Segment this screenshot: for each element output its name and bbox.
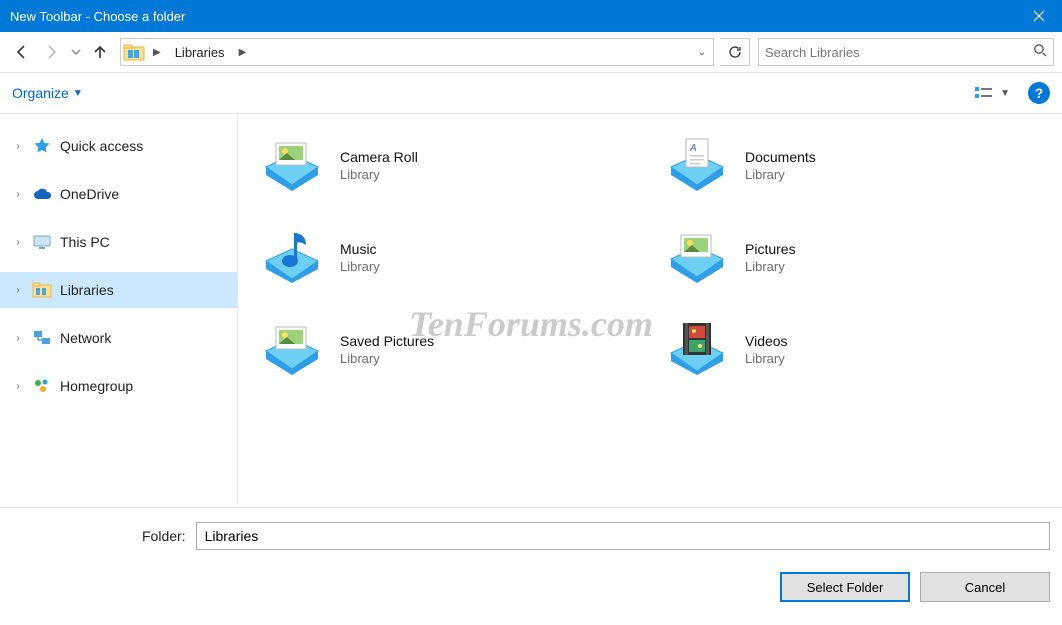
back-button[interactable] — [8, 38, 36, 66]
library-documents[interactable]: A Documents Library — [667, 134, 1042, 196]
tree-item-libraries[interactable]: › Libraries — [0, 272, 237, 308]
documents-icon: A — [667, 137, 727, 193]
libraries-folder-icon — [121, 39, 147, 65]
cancel-button[interactable]: Cancel — [920, 572, 1050, 602]
tree-label: Network — [60, 330, 111, 346]
breadcrumb-root-caret[interactable]: ▶ — [147, 47, 167, 58]
library-subtitle: Library — [340, 259, 380, 274]
homegroup-icon — [32, 376, 52, 396]
tree-item-quick-access[interactable]: › Quick access — [0, 128, 237, 164]
folder-label: Folder: — [142, 528, 186, 544]
library-saved-pictures[interactable]: Saved Pictures Library — [262, 318, 637, 380]
library-name: Pictures — [745, 241, 796, 257]
close-button[interactable] — [1016, 0, 1062, 32]
chevron-right-icon: › — [12, 285, 24, 296]
chevron-right-icon: › — [12, 381, 24, 392]
tree-label: Homegroup — [60, 378, 133, 394]
chevron-down-icon: ▼ — [1000, 88, 1010, 99]
svg-text:A: A — [689, 143, 697, 154]
pictures-icon — [667, 229, 727, 285]
tree-item-homegroup[interactable]: › Homegroup — [0, 368, 237, 404]
tree-item-network[interactable]: › Network — [0, 320, 237, 356]
bottom-panel: Folder: Select Folder Cancel — [0, 507, 1062, 625]
recent-locations-button[interactable] — [68, 38, 84, 66]
content-pane: Camera Roll Library A Documents Library — [238, 114, 1062, 504]
library-name: Videos — [745, 333, 788, 349]
cloud-icon — [32, 184, 52, 204]
saved-pictures-icon — [262, 321, 322, 377]
search-box[interactable] — [758, 38, 1054, 66]
tree-label: Libraries — [60, 282, 114, 298]
command-bar: Organize ▼ ▼ ? — [0, 72, 1062, 114]
tree-item-this-pc[interactable]: › This PC — [0, 224, 237, 260]
library-subtitle: Library — [745, 167, 816, 182]
library-subtitle: Library — [340, 167, 418, 182]
library-name: Music — [340, 241, 380, 257]
address-bar[interactable]: ▶ Libraries ▶ ⌄ — [120, 38, 714, 66]
chevron-right-icon: › — [12, 237, 24, 248]
star-icon — [32, 136, 52, 156]
select-folder-button[interactable]: Select Folder — [780, 572, 910, 602]
computer-icon — [32, 232, 52, 252]
tree-label: This PC — [60, 234, 110, 250]
help-button[interactable]: ? — [1028, 82, 1050, 104]
chevron-right-icon: › — [12, 141, 24, 152]
videos-icon — [667, 321, 727, 377]
library-pictures[interactable]: Pictures Library — [667, 226, 1042, 288]
navigation-bar: ▶ Libraries ▶ ⌄ — [0, 32, 1062, 72]
library-name: Saved Pictures — [340, 333, 434, 349]
chevron-down-icon: ▼ — [73, 88, 83, 99]
folder-input[interactable] — [196, 522, 1050, 550]
navigation-tree: › Quick access › OneDrive › This PC › — [0, 114, 238, 504]
library-subtitle: Library — [745, 259, 796, 274]
search-input[interactable] — [765, 45, 1033, 60]
tree-label: Quick access — [60, 138, 143, 154]
body: › Quick access › OneDrive › This PC › — [0, 114, 1062, 504]
network-icon — [32, 328, 52, 348]
libraries-icon — [32, 280, 52, 300]
library-camera-roll[interactable]: Camera Roll Library — [262, 134, 637, 196]
chevron-right-icon: › — [12, 189, 24, 200]
camera-roll-icon — [262, 137, 322, 193]
library-name: Documents — [745, 149, 816, 165]
music-icon — [262, 229, 322, 285]
library-subtitle: Library — [340, 351, 434, 366]
forward-button[interactable] — [38, 38, 66, 66]
library-music[interactable]: Music Library — [262, 226, 637, 288]
view-icon — [974, 85, 994, 101]
change-view-button[interactable]: ▼ — [974, 85, 1010, 101]
titlebar: New Toolbar - Choose a folder — [0, 0, 1062, 32]
tree-item-onedrive[interactable]: › OneDrive — [0, 176, 237, 212]
up-button[interactable] — [86, 38, 114, 66]
breadcrumb-libraries[interactable]: Libraries — [167, 39, 233, 65]
library-subtitle: Library — [745, 351, 788, 366]
chevron-right-icon: › — [12, 333, 24, 344]
breadcrumb-caret[interactable]: ▶ — [233, 47, 253, 58]
search-icon[interactable] — [1033, 43, 1047, 62]
library-name: Camera Roll — [340, 149, 418, 165]
organize-menu[interactable]: Organize ▼ — [12, 85, 83, 101]
tree-label: OneDrive — [60, 186, 119, 202]
address-dropdown[interactable]: ⌄ — [691, 47, 713, 58]
library-videos[interactable]: Videos Library — [667, 318, 1042, 380]
window-title: New Toolbar - Choose a folder — [10, 9, 185, 24]
refresh-button[interactable] — [720, 38, 750, 66]
organize-label: Organize — [12, 85, 69, 101]
